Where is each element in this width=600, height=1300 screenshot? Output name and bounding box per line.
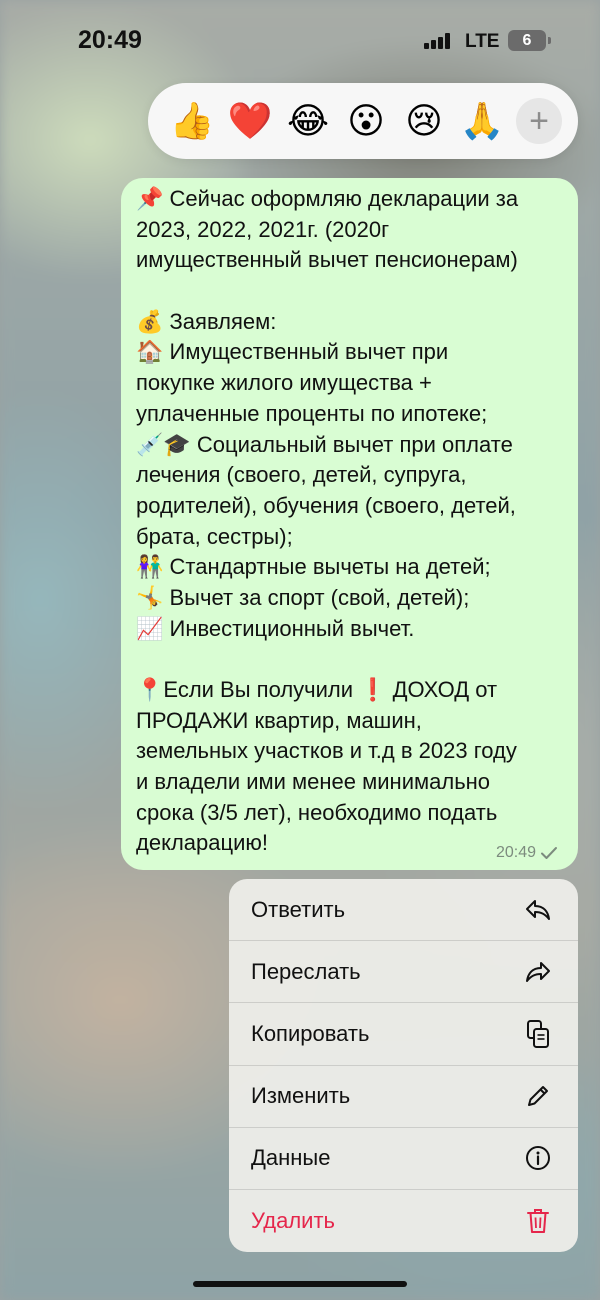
reaction-thumbs-up[interactable]: 👍 — [164, 93, 220, 149]
reaction-bar: 👍 ❤️ 😂 😮 😢 🙏 + — [148, 83, 578, 159]
menu-item-label: Переслать — [251, 958, 361, 984]
cellular-signal-icon — [424, 33, 454, 49]
menu-item-label: Данные — [251, 1145, 331, 1171]
context-menu: Ответить Переслать Копировать Изменить Д… — [229, 879, 578, 1252]
menu-item-label: Копировать — [251, 1020, 370, 1046]
sent-check-icon — [541, 847, 557, 859]
message-line: лечения (своего, детей, супруга, — [136, 462, 467, 488]
message-line: земельных участков и т.д в 2023 году — [136, 738, 517, 764]
copy-icon — [524, 1019, 552, 1048]
menu-item-reply[interactable]: Ответить — [229, 879, 578, 942]
battery-icon: 6 — [508, 30, 551, 51]
message-line: 📈 Инвестиционный вычет. — [136, 615, 415, 641]
status-bar: 20:49 LTE 6 — [0, 0, 600, 80]
message-line: родителей), обучения (своего, детей, — [136, 492, 516, 518]
message-line: ПРОДАЖИ квартир, машин, — [136, 707, 422, 733]
message-bubble[interactable]: 📌 Сейчас оформляю декларации за 2023, 20… — [121, 178, 578, 870]
message-line: 📍Если Вы получили ❗ ДОХОД от — [136, 677, 498, 702]
message-line: уплаченные проценты по ипотеке; — [136, 400, 488, 426]
message-line: 2023, 2022, 2021г. (2020г — [136, 216, 390, 242]
reaction-surprised[interactable]: 😮 — [338, 93, 394, 149]
reaction-heart[interactable]: ❤️ — [222, 93, 278, 149]
reply-icon — [524, 896, 552, 924]
reaction-folded-hands[interactable]: 🙏 — [454, 93, 510, 149]
pencil-icon — [524, 1082, 552, 1110]
message-line: и владели ими менее минимально — [136, 769, 491, 795]
message-line: срока (3/5 лет), необходимо подать — [136, 799, 498, 825]
reaction-tears-of-joy[interactable]: 😂 — [280, 93, 336, 149]
info-icon — [524, 1144, 552, 1172]
menu-item-delete[interactable]: Удалить — [229, 1190, 578, 1252]
message-line: 👫 Стандартные вычеты на детей; — [136, 554, 491, 580]
menu-item-info[interactable]: Данные — [229, 1128, 578, 1190]
forward-icon — [524, 958, 552, 986]
home-indicator[interactable] — [193, 1281, 407, 1287]
network-type: LTE — [465, 31, 500, 52]
trash-icon — [524, 1207, 552, 1235]
menu-item-forward[interactable]: Переслать — [229, 941, 578, 1004]
message-line: 📌 Сейчас оформляю декларации за — [136, 186, 519, 211]
message-meta: 20:49 — [496, 844, 558, 862]
message-line: 💉🎓 Социальный вычет при оплате — [136, 431, 513, 457]
message-time: 20:49 — [495, 844, 536, 861]
message-line: 💰 Заявляем: — [136, 308, 277, 334]
menu-item-copy[interactable]: Копировать — [229, 1003, 578, 1066]
message-line: покупке жилого имущества + — [136, 370, 432, 396]
message-line: имущественный вычет пенсионерам) — [136, 247, 518, 273]
menu-item-label: Удалить — [251, 1208, 335, 1234]
message-line: 🏠 Имущественный вычет при — [136, 339, 449, 365]
menu-item-edit[interactable]: Изменить — [229, 1066, 578, 1128]
reaction-crying[interactable]: 😢 — [396, 93, 452, 149]
message-line: брата, сестры); — [136, 523, 293, 549]
menu-item-label: Ответить — [251, 896, 346, 922]
menu-item-label: Изменить — [251, 1083, 351, 1109]
more-reactions-button[interactable]: + — [516, 98, 562, 144]
message-line: 🤸 Вычет за спорт (свой, детей); — [136, 584, 470, 610]
status-time: 20:49 — [78, 26, 142, 54]
